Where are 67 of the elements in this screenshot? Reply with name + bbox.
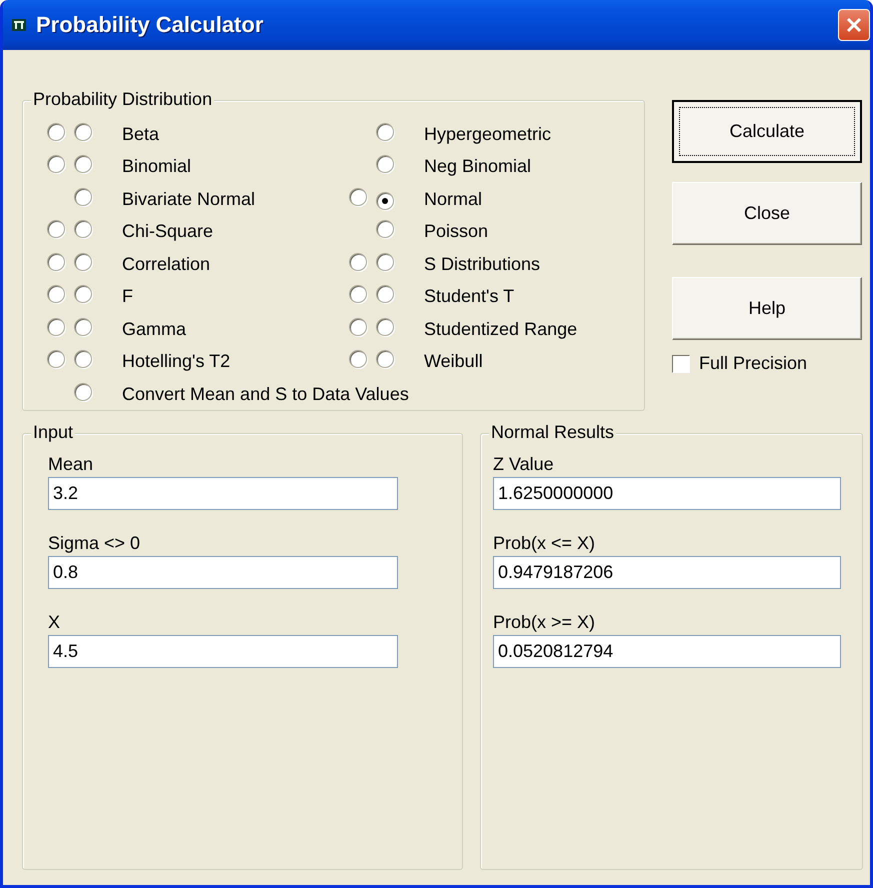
radio-button[interactable] <box>47 318 65 336</box>
option-label: F <box>121 286 134 308</box>
option-label: Binomial <box>121 156 192 178</box>
window-title: Probability Calculator <box>36 12 264 38</box>
input-field[interactable]: 0.9479187206 <box>493 556 841 589</box>
radio-button[interactable] <box>349 188 367 206</box>
radio-button[interactable] <box>47 122 65 141</box>
radio-button[interactable] <box>349 285 367 304</box>
group-title: Probability Distribution <box>31 89 214 110</box>
option-label: Weibull <box>423 351 484 372</box>
option-label: Studentized Range <box>423 318 578 340</box>
option-label: Neg Binomial <box>423 156 532 178</box>
radio-button[interactable] <box>376 192 394 210</box>
option-label: Poisson <box>423 221 490 242</box>
radio-button[interactable] <box>47 220 65 238</box>
option-label: Hotelling's T2 <box>121 351 232 372</box>
radio-button[interactable] <box>74 285 92 304</box>
option-label: Beta <box>121 124 160 145</box>
radio-button[interactable] <box>74 188 92 206</box>
radio-button[interactable] <box>376 155 394 174</box>
radio-button[interactable] <box>349 318 367 336</box>
field-label: Prob(x >= X) <box>493 611 596 634</box>
input-field[interactable]: 1.6250000000 <box>493 477 841 510</box>
radio-button[interactable] <box>376 318 394 336</box>
option-label: Convert Mean and S to Data Values <box>121 384 409 405</box>
option-label: S Distributions <box>423 254 542 275</box>
radio-button[interactable] <box>47 285 65 304</box>
field-label: Mean <box>48 453 94 476</box>
radio-button[interactable] <box>376 122 394 141</box>
button[interactable]: Help <box>672 277 862 340</box>
radio-button[interactable] <box>376 350 394 368</box>
radio-button[interactable] <box>47 350 65 368</box>
radio-button[interactable] <box>74 220 92 238</box>
radio-button[interactable] <box>47 252 65 271</box>
checkbox-label: Full Precision <box>699 353 808 374</box>
input-field[interactable]: 4.5 <box>48 635 398 668</box>
radio-button[interactable] <box>47 155 65 174</box>
radio-button[interactable] <box>349 252 367 271</box>
field-label: Z Value <box>493 453 554 476</box>
option-label: Bivariate Normal <box>121 188 256 210</box>
checkbox[interactable] <box>672 354 690 372</box>
radio-button[interactable] <box>74 350 92 368</box>
radio-button[interactable] <box>349 350 367 368</box>
close-icon[interactable] <box>838 9 870 41</box>
field-label: Sigma <> 0 <box>48 532 140 555</box>
radio-button[interactable] <box>74 252 92 271</box>
option-label: Student's T <box>423 286 516 308</box>
radio-button[interactable] <box>74 155 92 174</box>
radio-button[interactable] <box>376 252 394 271</box>
button[interactable]: Calculate <box>672 100 862 163</box>
input-field[interactable]: 0.0520812794 <box>493 635 841 668</box>
field-label: Prob(x <= X) <box>493 532 596 555</box>
option-label: Normal <box>423 188 484 210</box>
option-label: Correlation <box>121 254 212 275</box>
radio-button[interactable] <box>376 285 394 304</box>
option-label: Hypergeometric <box>423 124 552 145</box>
radio-button[interactable] <box>74 318 92 336</box>
radio-button[interactable] <box>74 382 92 401</box>
input-field[interactable]: 3.2 <box>48 477 398 510</box>
button[interactable]: Close <box>672 182 862 245</box>
field-label: X <box>48 611 60 634</box>
option-label: Chi-Square <box>121 221 214 242</box>
app-icon <box>12 18 26 32</box>
radio-button[interactable] <box>74 122 92 141</box>
radio-button[interactable] <box>376 220 394 238</box>
option-label: Gamma <box>121 318 188 340</box>
input-field[interactable]: 0.8 <box>48 556 398 589</box>
